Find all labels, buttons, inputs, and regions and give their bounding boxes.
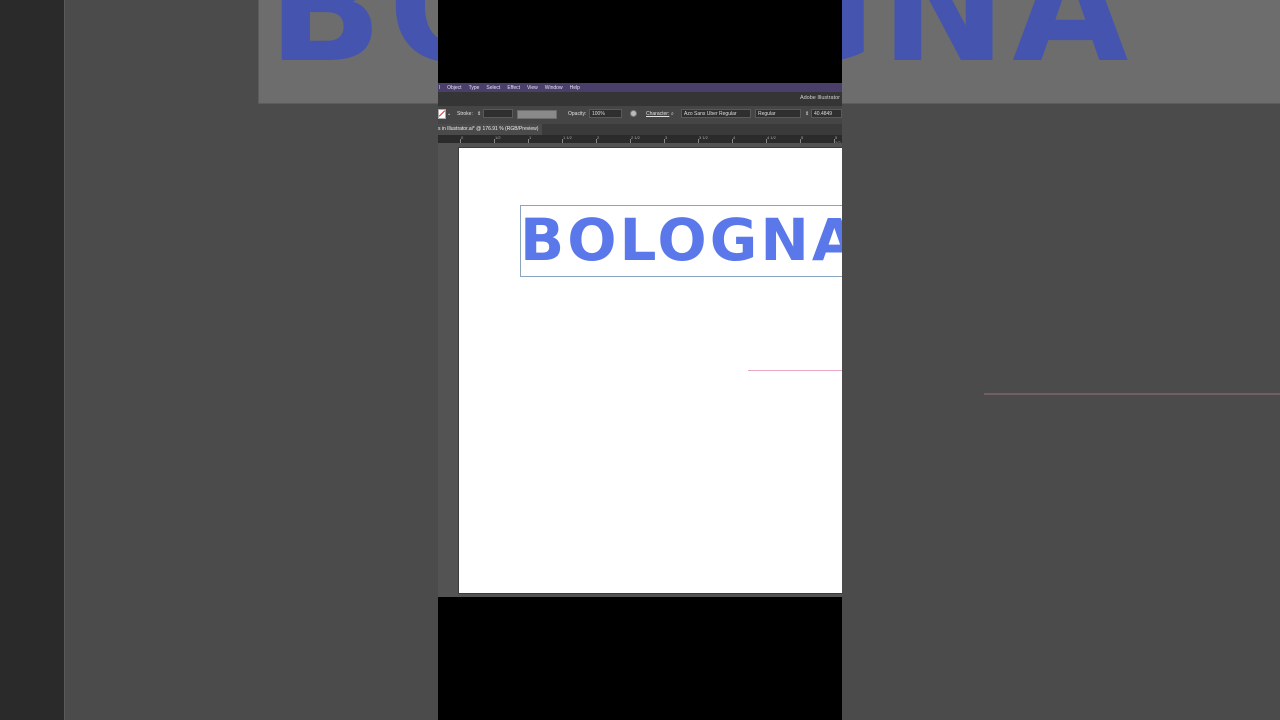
ruler-label: 4 (733, 135, 736, 140)
ruler-label: 1/2 (495, 135, 501, 140)
menu-item-window[interactable]: Window (545, 85, 563, 91)
font-search-icon[interactable]: ⌕ (671, 111, 674, 117)
menu-item-select[interactable]: Select (486, 85, 500, 91)
ruler-label: 1 (529, 135, 532, 140)
ruler-label: 2 1/2 (631, 135, 640, 140)
ruler-label: 0 (461, 135, 464, 140)
control-bar: ⌄ Stroke: ⇕ Opacity: 100% Character: ⌕ A… (438, 106, 842, 125)
stroke-label: Stroke: (457, 111, 473, 117)
menu-item-type[interactable]: Type (469, 85, 480, 91)
menu-bar: l Object Type Select Effect View Window … (438, 83, 842, 92)
document-tab-bar: s in Illustrator.ai* @ 176.91 % (RGB/Pre… (438, 124, 842, 135)
font-style-dropdown[interactable]: Regular (755, 109, 801, 118)
ruler-label: 1 1/2 (563, 135, 572, 140)
font-size-stepper-icon[interactable]: ⇕ (805, 111, 809, 117)
document-tab[interactable]: s in Illustrator.ai* @ 176.91 % (RGB/Pre… (438, 124, 543, 135)
stroke-stepper-icon[interactable]: ⇕ (477, 111, 481, 117)
menu-item-object[interactable]: Object (447, 85, 461, 91)
ruler-label: 3 1/2 (699, 135, 708, 140)
ruler-label: 4 1/2 (767, 135, 776, 140)
ruler-label: 2 (597, 135, 600, 140)
smart-guide-line (748, 370, 842, 371)
variable-width-profile[interactable] (517, 110, 557, 119)
canvas-area[interactable]: BOLOGNA (438, 143, 842, 597)
opacity-field[interactable]: 100% (589, 109, 622, 118)
ruler-label: 3 (665, 135, 668, 140)
opacity-label: Opacity: (568, 111, 587, 117)
background-guide-line (984, 393, 1280, 395)
font-size-field[interactable]: 40.4849 (811, 109, 842, 118)
stroke-weight-dropdown[interactable] (483, 109, 513, 118)
app-title: Adobe Illustrator (799, 95, 840, 101)
title-bar: Adobe Illustrator (438, 92, 842, 106)
recolor-artwork-icon[interactable] (630, 110, 637, 117)
artwork-text[interactable]: BOLOGNA (520, 202, 842, 278)
ruler-label: 5 (801, 135, 804, 140)
fill-dropdown-icon[interactable]: ⌄ (447, 111, 451, 117)
video-frame: l Object Type Select Effect View Window … (438, 0, 842, 720)
fill-swatch-icon[interactable] (438, 109, 446, 119)
background-left-panel (0, 0, 65, 720)
illustrator-window: l Object Type Select Effect View Window … (438, 83, 842, 597)
menu-item-help[interactable]: Help (570, 85, 580, 91)
character-label[interactable]: Character: (646, 111, 669, 117)
menu-item-view[interactable]: View (527, 85, 538, 91)
artboard[interactable]: BOLOGNA (459, 148, 842, 593)
menu-item-partial[interactable]: l (439, 85, 440, 91)
font-family-dropdown[interactable]: Azo Sans Uber Regular (681, 109, 751, 118)
menu-item-effect[interactable]: Effect (507, 85, 520, 91)
